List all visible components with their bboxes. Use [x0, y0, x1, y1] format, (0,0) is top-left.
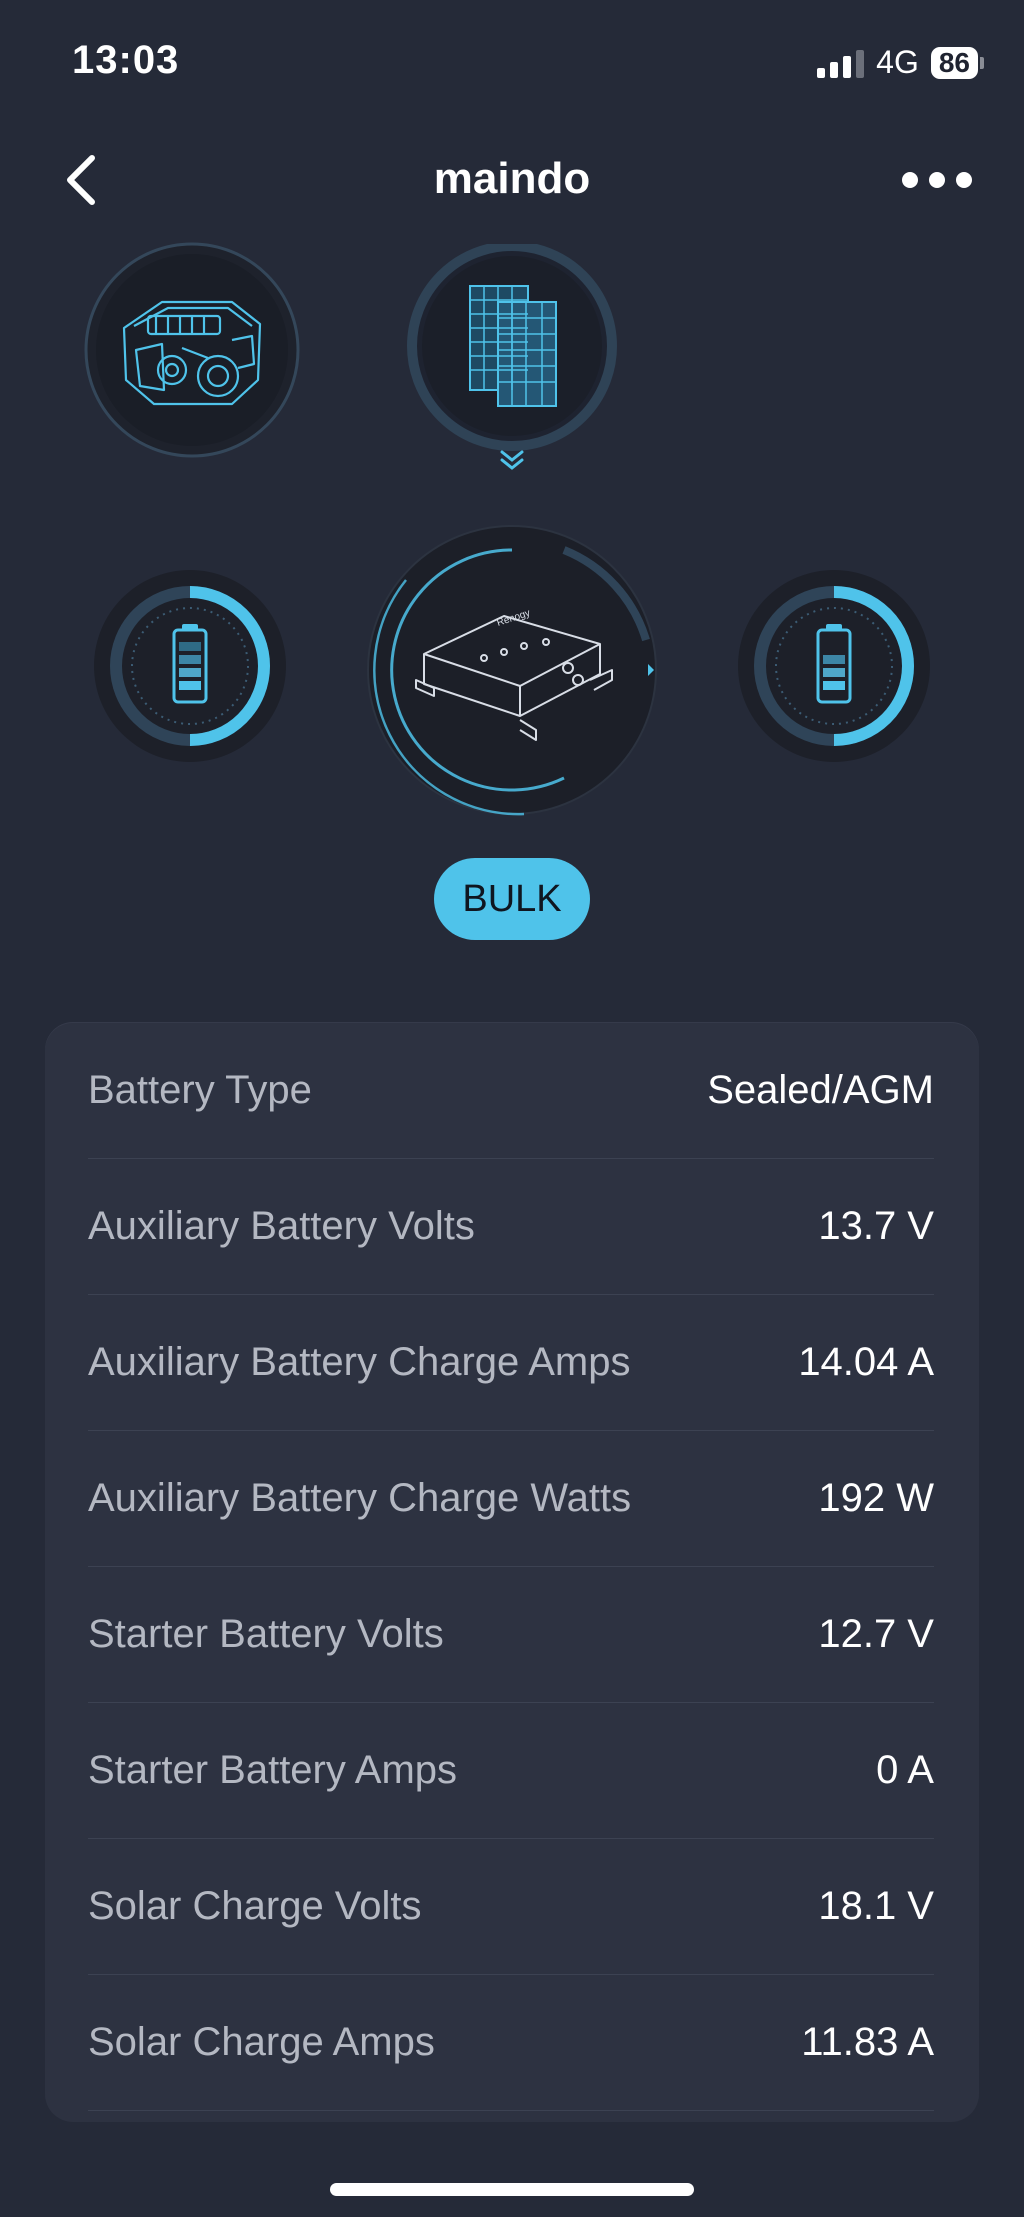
- auxiliary-battery[interactable]: [736, 568, 932, 764]
- row-value: Sealed/AGM: [707, 1067, 934, 1112]
- info-row-aux-watts: Auxiliary Battery Charge Watts 192 W: [88, 1430, 934, 1567]
- engine-icon: [84, 242, 300, 458]
- row-value: 14.04 A: [798, 1339, 934, 1384]
- row-label: Auxiliary Battery Volts: [88, 1203, 475, 1248]
- nav-bar: maindo: [0, 140, 1024, 220]
- battery-level: 86: [930, 46, 978, 79]
- row-value: 18.1 V: [818, 1883, 934, 1928]
- row-label: Auxiliary Battery Charge Watts: [88, 1475, 632, 1520]
- status-bar: 13:03 4G 86: [0, 0, 1024, 120]
- row-label: Auxiliary Battery Charge Amps: [88, 1339, 631, 1384]
- charge-stage-badge: BULK: [434, 858, 590, 940]
- more-options-button[interactable]: [902, 160, 972, 200]
- bottom-safe-area: [0, 2122, 1024, 2217]
- page-title: maindo: [433, 154, 591, 203]
- row-label: Solar Charge Volts: [88, 1883, 422, 1928]
- starter-battery[interactable]: [92, 568, 288, 764]
- info-row-solar-amps: Solar Charge Amps 11.83 A: [88, 1974, 934, 2111]
- auxiliary-battery-gauge: [738, 570, 930, 762]
- starter-battery-gauge: [94, 570, 286, 762]
- solar-source[interactable]: [406, 241, 618, 474]
- status-time: 13:03: [72, 38, 180, 82]
- row-label: Starter Battery Volts: [88, 1611, 444, 1656]
- status-indicators: 4G 86: [817, 44, 984, 81]
- row-value: 192 W: [818, 1475, 934, 1520]
- row-value: 0 A: [876, 1747, 934, 1792]
- info-row-battery-type[interactable]: Battery Type Sealed/AGM: [88, 1022, 934, 1159]
- energy-flow-diagram: Renogy: [0, 230, 1024, 830]
- dc-dc-charger-icon: Renogy: [367, 525, 657, 816]
- solar-panel-icon: [407, 241, 617, 470]
- battery-info-card: Battery Type Sealed/AGM Auxiliary Batter…: [45, 1022, 979, 2122]
- home-indicator[interactable]: [330, 2183, 694, 2196]
- row-value: 12.7 V: [818, 1611, 934, 1656]
- info-row-aux-volts: Auxiliary Battery Volts 13.7 V: [88, 1158, 934, 1295]
- network-type: 4G: [876, 44, 919, 80]
- dc-dc-charger[interactable]: Renogy: [364, 520, 664, 820]
- battery-status-icon: 86: [930, 46, 984, 79]
- row-value: 11.83 A: [801, 2019, 934, 2064]
- row-label: Starter Battery Amps: [88, 1747, 458, 1792]
- info-row-solar-volts: Solar Charge Volts 18.1 V: [88, 1838, 934, 1975]
- flow-arrow-icon: [500, 450, 524, 470]
- row-label: Battery Type: [88, 1067, 312, 1112]
- info-row-aux-amps: Auxiliary Battery Charge Amps 14.04 A: [88, 1294, 934, 1431]
- more-dot-icon: [902, 172, 918, 188]
- row-value: 13.7 V: [818, 1203, 934, 1248]
- row-label: Solar Charge Amps: [88, 2019, 435, 2064]
- info-row-starter-volts: Starter Battery Volts 12.7 V: [88, 1566, 934, 1703]
- info-row-starter-amps: Starter Battery Amps 0 A: [88, 1702, 934, 1839]
- engine-source[interactable]: [82, 240, 302, 460]
- cellular-signal-icon: [817, 48, 865, 78]
